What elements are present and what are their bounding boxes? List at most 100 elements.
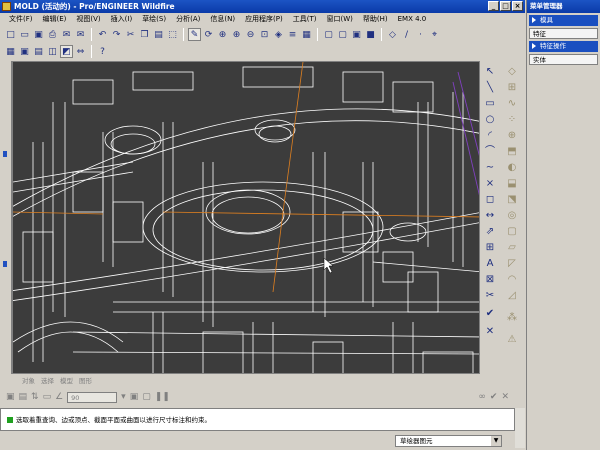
modify-icon[interactable]: ⇗ bbox=[483, 225, 497, 239]
view-manager-icon[interactable]: ▦ bbox=[300, 28, 313, 41]
menu-analysis[interactable]: 分析(A) bbox=[171, 13, 205, 25]
menu-info[interactable]: 信息(N) bbox=[205, 13, 240, 25]
hole-icon[interactable]: ◎ bbox=[505, 209, 519, 223]
saved-views-icon[interactable]: ◈ bbox=[272, 28, 285, 41]
menu-header-mold[interactable]: 模具 bbox=[529, 15, 598, 26]
menu-file[interactable]: 文件(F) bbox=[4, 13, 38, 25]
refit-icon[interactable]: ⊡ bbox=[258, 28, 271, 41]
extrude-icon[interactable]: ⬒ bbox=[505, 145, 519, 159]
copy-icon[interactable]: ❐ bbox=[138, 28, 151, 41]
tab-graphics[interactable]: 图形 bbox=[79, 376, 92, 387]
dimension-tool-icon[interactable]: ▣ bbox=[130, 392, 139, 402]
menu-sketch[interactable]: 草绘(S) bbox=[137, 13, 171, 25]
mold-icon[interactable]: ▣ bbox=[18, 45, 31, 58]
cancel-x-icon[interactable]: ✕ bbox=[483, 325, 497, 339]
send-icon[interactable]: ✉ bbox=[74, 28, 87, 41]
left-collapse-strip[interactable] bbox=[0, 61, 12, 374]
undo-icon[interactable]: ↶ bbox=[96, 28, 109, 41]
blend-icon[interactable]: ⬔ bbox=[505, 193, 519, 207]
expand-arrow-icon[interactable] bbox=[3, 261, 7, 267]
hidden-line-icon[interactable]: ▢ bbox=[336, 28, 349, 41]
tab-object[interactable]: 对象 bbox=[22, 376, 35, 387]
revolve-icon[interactable]: ◐ bbox=[505, 161, 519, 175]
chevron-down-icon[interactable]: ▼ bbox=[491, 436, 501, 446]
select-box-icon[interactable]: ⬚ bbox=[166, 28, 179, 41]
preview-icon[interactable]: ▢ bbox=[142, 392, 151, 402]
accept-check-icon[interactable]: ✔ bbox=[483, 307, 497, 321]
datum-curve-icon[interactable]: ∿ bbox=[505, 97, 519, 111]
tab-select[interactable]: 选择 bbox=[41, 376, 54, 387]
datum-planes-icon[interactable]: ◇ bbox=[386, 28, 399, 41]
menu-tools[interactable]: 工具(T) bbox=[288, 13, 322, 25]
split-icon[interactable]: ⇔ bbox=[74, 45, 87, 58]
menu-insert[interactable]: 插入(I) bbox=[106, 13, 138, 25]
menu-edit[interactable]: 编辑(E) bbox=[38, 13, 72, 25]
shell-icon[interactable]: ▢ bbox=[505, 225, 519, 239]
redo-icon[interactable]: ↷ bbox=[110, 28, 123, 41]
sketch-icon[interactable]: ✎ bbox=[188, 28, 201, 41]
regenerate-icon[interactable]: ⟳ bbox=[202, 28, 215, 41]
line-icon[interactable]: ╲ bbox=[483, 81, 497, 95]
chamfer-icon[interactable]: ◿ bbox=[505, 289, 519, 303]
new-icon[interactable]: □ bbox=[4, 28, 17, 41]
wireframe-icon[interactable]: ▢ bbox=[322, 28, 335, 41]
reference-icon[interactable]: ▭ bbox=[43, 392, 52, 402]
graphics-window[interactable] bbox=[12, 61, 480, 374]
flip-icon[interactable]: ⇅ bbox=[31, 392, 39, 402]
cut-icon[interactable]: ✂ bbox=[124, 28, 137, 41]
print-icon[interactable]: ⎙ bbox=[46, 28, 59, 41]
use-edge-icon[interactable]: ◻ bbox=[483, 193, 497, 207]
layers-icon[interactable]: ≡ bbox=[286, 28, 299, 41]
menu-help[interactable]: 帮助(H) bbox=[358, 13, 393, 25]
sweep-icon[interactable]: ⬓ bbox=[505, 177, 519, 191]
maximize-button[interactable]: □ bbox=[500, 1, 511, 11]
tab-model[interactable]: 模型 bbox=[60, 376, 73, 387]
datum-points-icon[interactable]: · bbox=[414, 28, 427, 41]
trim-icon[interactable]: ✂ bbox=[483, 289, 497, 303]
rectangle-icon[interactable]: ▭ bbox=[483, 97, 497, 111]
no-hidden-icon[interactable]: ▣ bbox=[350, 28, 363, 41]
shading-icon[interactable]: ■ bbox=[364, 28, 377, 41]
datum-axes-icon[interactable]: / bbox=[400, 28, 413, 41]
chevron-down-icon[interactable]: ▾ bbox=[121, 392, 126, 402]
zoom-in-icon[interactable]: ⊕ bbox=[230, 28, 243, 41]
dimension-icon[interactable]: ↔ bbox=[483, 209, 497, 223]
glasses-icon[interactable]: ∞ bbox=[478, 392, 486, 402]
confirm-icon[interactable]: ✔ bbox=[490, 392, 498, 402]
workpiece-icon[interactable]: ▤ bbox=[32, 45, 45, 58]
rib-icon[interactable]: ▱ bbox=[505, 241, 519, 255]
pin-icon[interactable]: ▣ bbox=[6, 392, 15, 402]
menu-window[interactable]: 窗口(W) bbox=[322, 13, 358, 25]
menu-applications[interactable]: 应用程序(P) bbox=[240, 13, 288, 25]
datum-plane-icon[interactable]: ◇ bbox=[505, 65, 519, 79]
angle-input[interactable]: 90 bbox=[67, 391, 118, 403]
mold-layout-icon[interactable]: ▦ bbox=[4, 45, 17, 58]
draft-icon[interactable]: ◸ bbox=[505, 257, 519, 271]
expand-arrow-icon[interactable] bbox=[3, 151, 7, 157]
menu-header-feature-ops[interactable]: 特征操作 bbox=[529, 41, 598, 52]
select-arrow-icon[interactable]: ↖ bbox=[483, 65, 497, 79]
menu-emx[interactable]: EMX 4.0 bbox=[393, 13, 432, 25]
zoom-out-icon[interactable]: ⊖ bbox=[244, 28, 257, 41]
menu-item-solid[interactable]: 实体 bbox=[529, 54, 598, 65]
close-button[interactable]: × bbox=[512, 1, 523, 11]
orient-icon[interactable]: ⊕ bbox=[216, 28, 229, 41]
parting-surface-icon[interactable]: ◩ bbox=[60, 45, 73, 58]
email-icon[interactable]: ✉ bbox=[60, 28, 73, 41]
fillet-icon[interactable]: ⌒ bbox=[483, 145, 497, 159]
datum-point-icon[interactable]: ⁘ bbox=[505, 113, 519, 127]
open-icon[interactable]: ▭ bbox=[18, 28, 31, 41]
minimize-button[interactable]: _ bbox=[488, 1, 499, 11]
pattern-icon[interactable]: ⁂ bbox=[505, 311, 519, 325]
csys-tool-icon[interactable]: ⊕ bbox=[505, 129, 519, 143]
menu-item-feature[interactable]: 特征 bbox=[529, 28, 598, 39]
circle-icon[interactable]: ○ bbox=[483, 113, 497, 127]
round-icon[interactable]: ◠ bbox=[505, 273, 519, 287]
spline-icon[interactable]: ∼ bbox=[483, 161, 497, 175]
menu-view[interactable]: 视图(V) bbox=[71, 13, 105, 25]
paste-icon[interactable]: ▤ bbox=[152, 28, 165, 41]
shrink-icon[interactable]: ◫ bbox=[46, 45, 59, 58]
help-icon[interactable]: ? bbox=[96, 45, 109, 58]
pause-icon[interactable]: ❚❚ bbox=[155, 392, 170, 402]
csys-icon[interactable]: ⌖ bbox=[428, 28, 441, 41]
